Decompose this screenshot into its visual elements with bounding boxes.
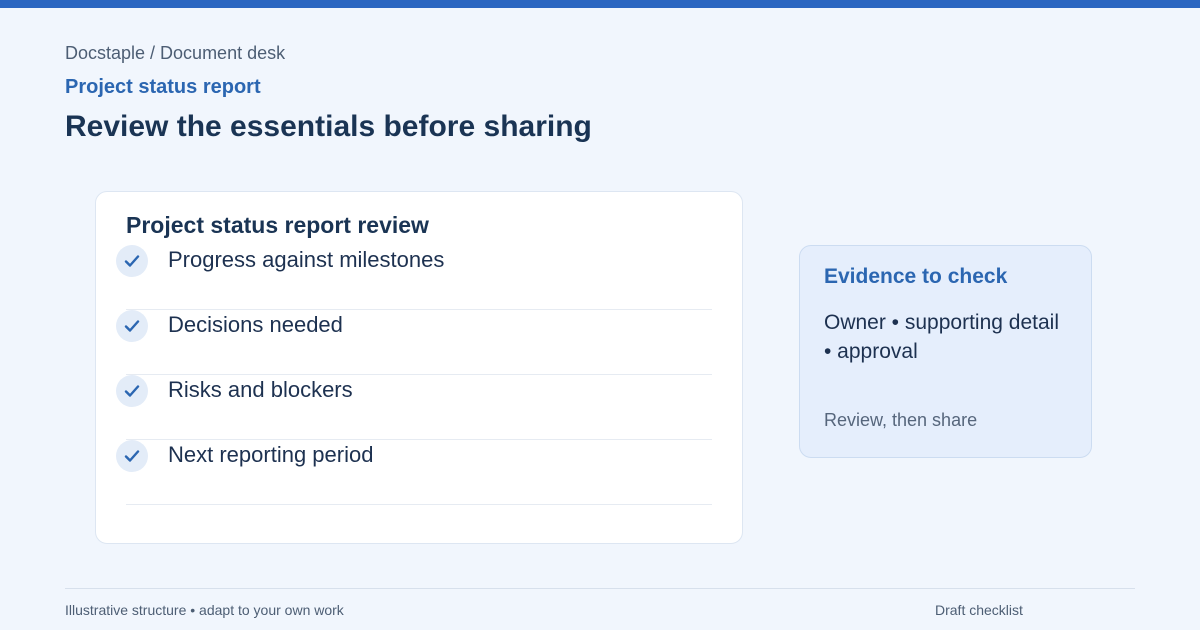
checklist-card: Project status report review Progress ag… [95,191,743,544]
check-icon[interactable] [116,245,148,277]
check-icon[interactable] [116,310,148,342]
item-divider [126,504,712,505]
checklist-item-label: Progress against milestones [168,247,445,272]
checklist-item-label: Risks and blockers [168,377,353,402]
footer-status: Draft checklist [935,602,1023,618]
checklist-item-label: Next reporting period [168,442,374,467]
check-icon[interactable] [116,440,148,472]
evidence-body: Owner • supporting detail • approval [824,311,1059,363]
evidence-panel: Evidence to check Owner • supporting det… [799,245,1092,458]
page-title: Review the essentials before sharing [65,110,592,143]
checklist-item-risks[interactable]: Risks and blockers [116,375,712,440]
checklist-item-label: Decisions needed [168,312,343,337]
checklist-title: Project status report review [126,212,429,238]
footer-divider [65,588,1135,589]
evidence-footnote: Review, then share [824,410,978,430]
checklist-item-decisions[interactable]: Decisions needed [116,310,712,375]
top-accent-bar [0,0,1200,8]
breadcrumb[interactable]: Docstaple / Document desk [65,43,285,64]
evidence-title: Evidence to check [824,265,1008,288]
footer-note: Illustrative structure • adapt to your o… [65,602,344,618]
checklist-item-next-period[interactable]: Next reporting period [116,440,712,505]
document-type-label: Project status report [65,76,261,98]
checklist-item-progress[interactable]: Progress against milestones [116,245,712,310]
check-icon[interactable] [116,375,148,407]
